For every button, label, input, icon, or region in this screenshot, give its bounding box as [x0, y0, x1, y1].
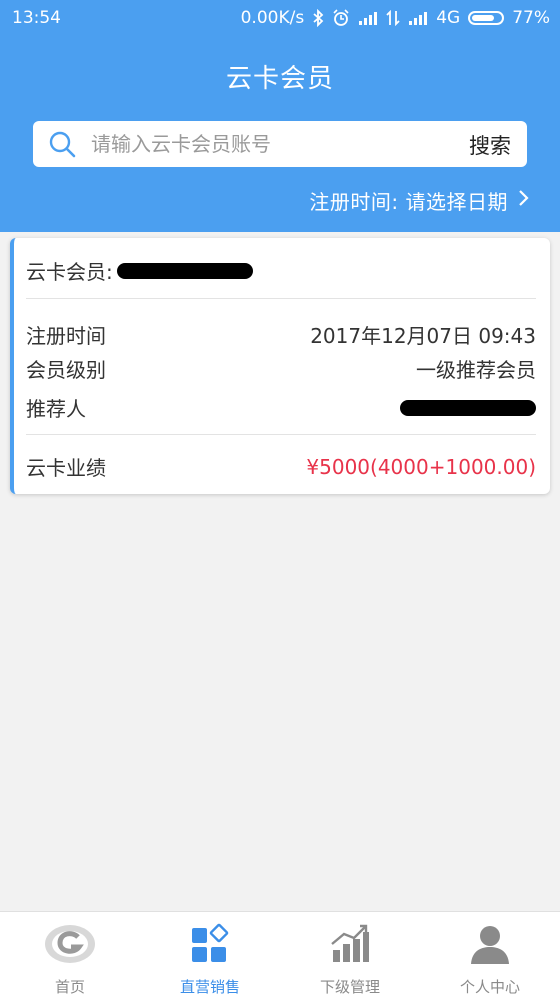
- battery-percent: 77%: [512, 8, 550, 28]
- grid-apps-icon: [188, 922, 232, 970]
- date-filter[interactable]: 注册时间: 请选择日期: [309, 186, 530, 215]
- level-value: 一级推荐会员: [416, 358, 536, 382]
- tab-personal-center[interactable]: 个人中心: [420, 912, 560, 1000]
- referrer-row: 推荐人: [26, 393, 536, 422]
- member-label: 云卡会员:: [26, 260, 113, 284]
- tab-label-personal-center: 个人中心: [459, 978, 520, 996]
- tab-subordinate-management[interactable]: 下级管理: [280, 912, 420, 1000]
- screen: 13:54 0.00K/s 4G 77% 云卡会员 请输入云卡会员账号 搜索 注…: [0, 0, 560, 1000]
- referrer-label: 推荐人: [26, 397, 86, 421]
- alarm-icon: [332, 9, 350, 27]
- level-row: 会员级别 一级推荐会员: [26, 354, 536, 383]
- tab-label-home: 首页: [54, 978, 85, 996]
- home-logo-icon: [42, 922, 98, 970]
- member-row: 云卡会员:: [26, 256, 536, 285]
- card-divider-top: [26, 298, 536, 299]
- bluetooth-icon: [312, 9, 324, 27]
- tab-label-subordinate-management: 下级管理: [319, 978, 380, 996]
- performance-value: ¥5000(4000+1000.00): [306, 454, 536, 479]
- battery-icon: [468, 11, 505, 25]
- signal-icon-2: [408, 11, 428, 25]
- status-bar: 13:54 0.00K/s 4G 77%: [0, 0, 560, 36]
- signal-icon: [358, 11, 378, 25]
- member-card[interactable]: 云卡会员: 注册时间 2017年12月07日 09:43 会员级别 一级推荐会员…: [10, 238, 550, 494]
- battery-fill: [472, 15, 494, 21]
- tab-label-direct-sales: 直营销售: [179, 978, 240, 996]
- tab-direct-sales[interactable]: 直营销售: [140, 912, 280, 1000]
- page-title: 云卡会员: [225, 64, 334, 94]
- search-box: 搜索: [33, 121, 527, 167]
- data-transfer-icon: [386, 10, 400, 26]
- redacted-referrer: [400, 399, 536, 416]
- redacted-member-id: [116, 262, 253, 279]
- bar-chart-icon: [328, 922, 372, 970]
- user-icon: [468, 922, 512, 970]
- chevron-right-icon: [518, 188, 530, 213]
- date-filter-label: 注册时间: 请选择日期: [309, 190, 508, 214]
- reg-time-value: 2017年12月07日 09:43: [310, 324, 536, 348]
- search-icon: [45, 127, 79, 161]
- reg-time-row: 注册时间 2017年12月07日 09:43: [26, 320, 536, 349]
- network-type: 4G: [436, 8, 461, 28]
- performance-label: 云卡业绩: [26, 456, 106, 480]
- header: 13:54 0.00K/s 4G 77% 云卡会员 请输入云卡会员账号 搜索 注…: [0, 0, 560, 232]
- performance-row: 云卡业绩 ¥5000(4000+1000.00): [26, 452, 536, 481]
- search-input[interactable]: [89, 131, 423, 157]
- search-button[interactable]: 搜索: [469, 130, 511, 160]
- net-speed: 0.00K/s: [240, 8, 305, 28]
- bottom-tabbar: 首页 直营销售 下级管理 个人中心: [0, 911, 560, 1000]
- card-divider-bottom: [26, 434, 536, 435]
- status-time: 13:54: [12, 8, 61, 28]
- tab-home[interactable]: 首页: [0, 912, 140, 1000]
- level-label: 会员级别: [26, 358, 106, 382]
- reg-time-label: 注册时间: [26, 324, 106, 348]
- status-right: 0.00K/s 4G 77%: [241, 8, 550, 28]
